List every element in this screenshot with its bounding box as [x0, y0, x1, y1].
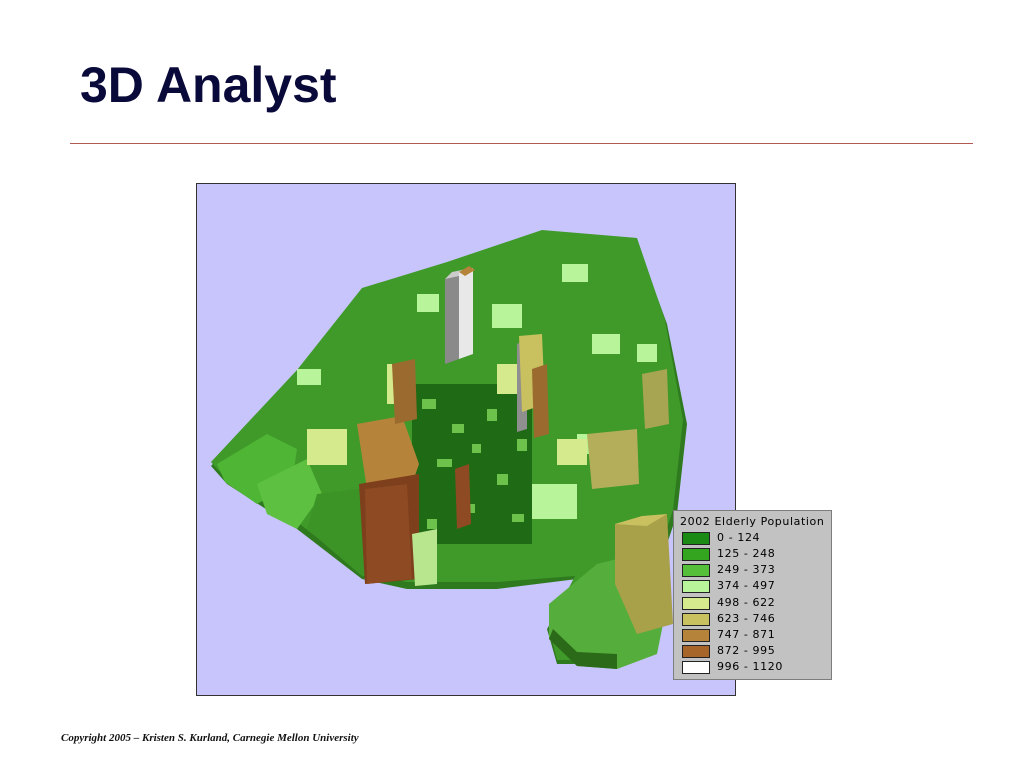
legend-swatch — [682, 629, 710, 642]
legend-label: 0 - 124 — [717, 531, 761, 544]
map-column-olive-3 — [642, 369, 669, 429]
map-legend: 2002 Elderly Population 0 - 124 125 - 24… — [673, 510, 832, 680]
legend-item: 498 - 622 — [682, 596, 827, 610]
legend-label: 996 - 1120 — [717, 660, 783, 673]
map-column-gray — [445, 272, 459, 364]
map-column-light-1 — [412, 529, 437, 586]
legend-label: 374 - 497 — [717, 579, 776, 592]
legend-swatch — [682, 580, 710, 593]
legend-swatch — [682, 613, 710, 626]
legend-swatch — [682, 597, 710, 610]
legend-label: 125 - 248 — [717, 547, 776, 560]
copyright-footer: Copyright 2005 – Kristen S. Kurland, Car… — [61, 732, 359, 744]
legend-item: 374 - 497 — [682, 579, 827, 593]
legend-swatch — [682, 548, 710, 561]
legend-item: 872 - 995 — [682, 644, 827, 658]
legend-label: 872 - 995 — [717, 644, 776, 657]
map-column-brown-3 — [455, 464, 471, 529]
map-block-brown-face — [365, 484, 412, 584]
slide-title: 3D Analyst — [80, 57, 337, 113]
title-divider — [70, 143, 973, 144]
map-column-olive-2 — [587, 429, 639, 489]
3d-elderly-population-map — [211, 230, 687, 669]
legend-swatch — [682, 661, 710, 674]
legend-label: 747 - 871 — [717, 628, 776, 641]
legend-swatch — [682, 564, 710, 577]
legend-swatch — [682, 532, 710, 545]
legend-title: 2002 Elderly Population — [680, 515, 825, 528]
map-column-brown-1 — [392, 359, 417, 424]
legend-item: 747 - 871 — [682, 628, 827, 642]
legend-label: 249 - 373 — [717, 563, 776, 576]
legend-label: 498 - 622 — [717, 596, 776, 609]
legend-item: 125 - 248 — [682, 547, 827, 561]
legend-swatch — [682, 645, 710, 658]
legend-item: 249 - 373 — [682, 563, 827, 577]
legend-label: 623 - 746 — [717, 612, 776, 625]
legend-item: 0 - 124 — [682, 531, 827, 545]
legend-item: 623 - 746 — [682, 612, 827, 626]
legend-item: 996 - 1120 — [682, 660, 827, 674]
map-view[interactable] — [196, 183, 736, 696]
map-column-white — [459, 268, 473, 359]
map-column-brown-2 — [532, 364, 549, 438]
